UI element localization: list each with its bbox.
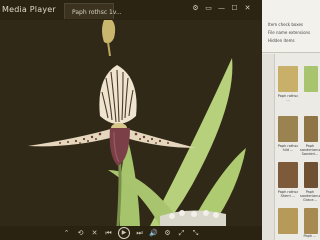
volume-icon[interactable]: 🔊 <box>149 228 158 238</box>
previous-icon[interactable]: ⏮ <box>104 228 113 238</box>
playback-controls: ⌃ ⟲ ✕ ⏮ ▶ ⏭ 🔊 ⚙ ⤢ ⤡ <box>0 226 262 240</box>
thumbnail-caption: Paph sanderianum Grace... <box>300 190 320 202</box>
rotate-icon[interactable]: ⟲ <box>76 228 85 238</box>
collapse-icon[interactable]: ⌃ <box>62 228 71 238</box>
thumbnail[interactable] <box>278 162 298 188</box>
delete-icon[interactable]: ✕ <box>90 228 99 238</box>
thumbnail-caption: Paph rothsc ... <box>277 94 299 102</box>
exit-fullscreen-icon[interactable]: ⤡ <box>191 228 200 238</box>
media-player-window: Media Player Paph rothsc 1v... ⚙ ▭ — ☐ ✕ <box>0 0 262 240</box>
thumbnail[interactable] <box>304 116 318 142</box>
minimize-icon[interactable]: — <box>217 4 226 13</box>
thumbnail-caption: Paph ... <box>303 234 317 238</box>
maximize-icon[interactable]: ☐ <box>230 4 239 13</box>
title-bar: Media Player Paph rothsc 1v... ⚙ ▭ — ☐ ✕ <box>0 0 262 20</box>
navigation-pane[interactable] <box>262 54 275 240</box>
thumbnail[interactable] <box>304 162 318 188</box>
close-icon[interactable]: ✕ <box>243 4 252 13</box>
thumbnail-caption: Paph rothsc Sherri ... <box>277 190 299 198</box>
next-icon[interactable]: ⏭ <box>135 228 144 238</box>
app-title: Media Player <box>2 5 56 14</box>
thumbnail[interactable] <box>278 116 298 142</box>
ribbon-checkbox-label[interactable]: Hidden items <box>268 38 295 43</box>
orchid-photo <box>0 20 262 227</box>
ribbon-checkbox-label[interactable]: File name extensions <box>268 30 310 35</box>
settings-icon[interactable]: ⚙ <box>163 228 172 238</box>
thumbnail[interactable] <box>304 66 318 92</box>
play-button[interactable]: ▶ <box>118 227 130 239</box>
ribbon-checkbox-label[interactable]: Item check boxes <box>268 22 303 27</box>
thumbnail[interactable] <box>278 66 298 92</box>
tab-current-image[interactable]: Paph rothsc 1v... <box>64 3 122 19</box>
file-explorer-window: Item check boxes File name extensions Hi… <box>262 0 320 240</box>
thumbnail-caption: Paph rothsc hild ... <box>277 144 299 152</box>
thumbnail[interactable] <box>278 208 298 234</box>
cast-icon[interactable]: ▭ <box>204 4 213 13</box>
image-viewport[interactable] <box>0 20 262 227</box>
fullscreen-icon[interactable]: ⤢ <box>177 228 186 238</box>
thumbnail-caption: Paph sanderianum Sanderi... <box>300 144 320 156</box>
window-controls: ⚙ ▭ — ☐ ✕ <box>191 4 252 13</box>
thumbnail[interactable] <box>304 208 318 234</box>
tab-label: Paph rothsc 1v... <box>72 9 122 16</box>
explorer-ribbon: Item check boxes File name extensions Hi… <box>262 0 320 53</box>
settings-icon[interactable]: ⚙ <box>191 4 200 13</box>
